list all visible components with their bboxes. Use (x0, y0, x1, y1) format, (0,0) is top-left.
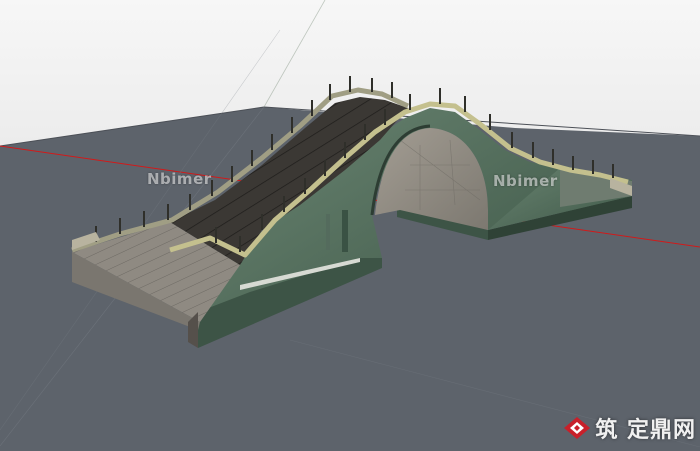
site-logo: 筑 定鼎网 (563, 412, 696, 444)
pier-panel (326, 214, 330, 250)
pier-panel (342, 210, 348, 252)
watermark-left: Nbimer (147, 170, 212, 188)
site-logo-text: 筑 定鼎网 (595, 418, 696, 443)
model-scene (0, 0, 700, 448)
watermark-right: Nbimer (493, 172, 558, 190)
sketchup-viewport[interactable]: Nbimer Nbimer 筑 定鼎网 (0, 0, 700, 448)
diamond-logo-icon (564, 417, 591, 439)
